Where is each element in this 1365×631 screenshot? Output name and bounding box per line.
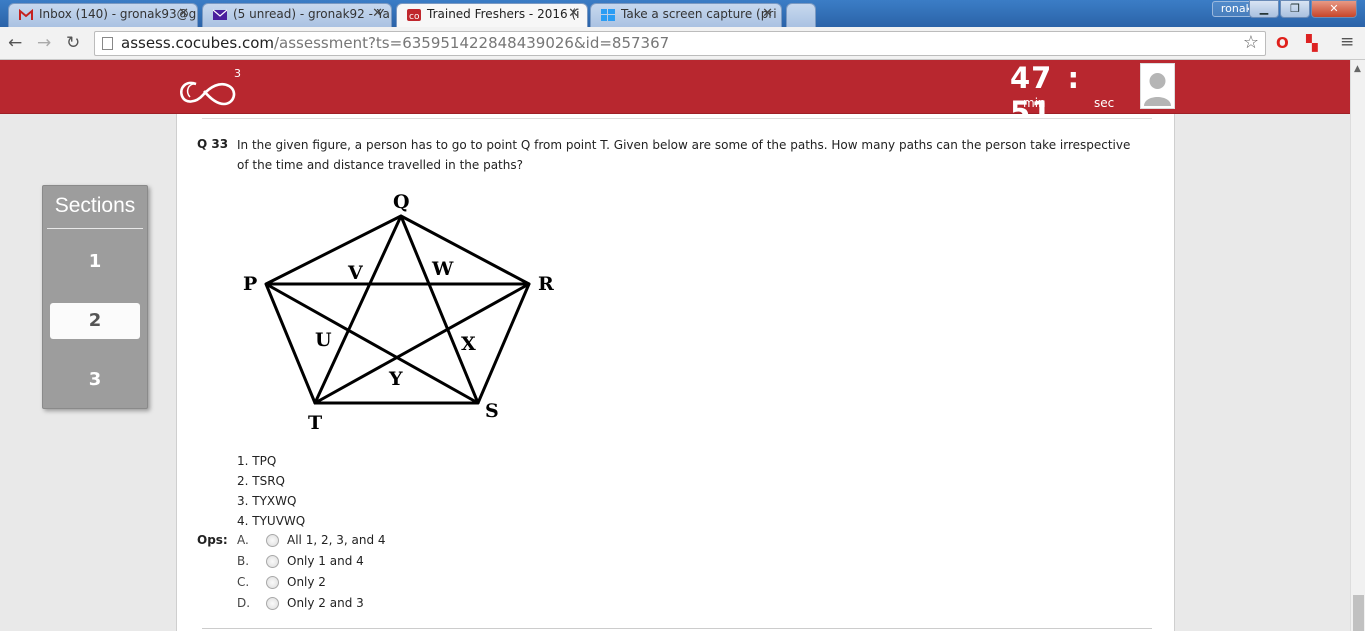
close-tab-icon[interactable]: ✕ xyxy=(372,6,383,21)
label-t: T xyxy=(308,412,322,434)
address-bar[interactable]: assess.cocubes.com/assessment?ts=6359514… xyxy=(94,31,1266,56)
option-letter: A. xyxy=(237,533,249,547)
logo-superscript: 3 xyxy=(234,67,241,80)
page-scrollbar[interactable]: ▲ xyxy=(1350,60,1365,631)
label-x: X xyxy=(461,333,476,355)
ops-label: Ops: xyxy=(197,533,228,547)
menu-icon[interactable]: ≡ xyxy=(1340,32,1354,52)
new-tab-button[interactable] xyxy=(786,3,816,27)
opera-extension-icon[interactable]: O xyxy=(1276,34,1289,52)
gmail-icon xyxy=(19,9,33,20)
extension-icon[interactable]: ▚ xyxy=(1306,34,1318,52)
option-letter: D. xyxy=(237,596,251,610)
option-text: Only 1 and 4 xyxy=(287,554,364,568)
sections-title: Sections xyxy=(54,194,136,217)
restore-icon[interactable]: ❐ xyxy=(1280,0,1310,18)
back-arrow-icon[interactable]: ← xyxy=(8,33,22,53)
timer-min-label: min xyxy=(1023,96,1046,110)
close-tab-icon[interactable]: ✕ xyxy=(762,6,773,21)
section-item-3[interactable]: 3 xyxy=(50,362,140,398)
cocubes-icon: co xyxy=(407,9,421,21)
label-r: R xyxy=(538,273,554,295)
label-s: S xyxy=(485,400,499,422)
path-item: 1. TPQ xyxy=(237,454,277,468)
option-b-radio[interactable] xyxy=(266,555,279,568)
option-c-radio[interactable] xyxy=(266,576,279,589)
question-text: In the given figure, a person has to go … xyxy=(237,138,1131,172)
tab-yahoo-mail[interactable]: (5 unread) - gronak92 - Ya ✕ xyxy=(202,3,392,27)
tab-screen-capture[interactable]: Take a screen capture (pri ✕ xyxy=(590,3,782,27)
question-number: Q 33 xyxy=(197,137,229,151)
tab-label: (5 unread) - gronak92 - Ya xyxy=(233,7,390,21)
tab-cocubes[interactable]: co Trained Freshers - 2016 (i ✕ xyxy=(396,3,588,28)
path-list: 1. TPQ 2. TSRQ 3. TYXWQ 4. TYUVWQ xyxy=(237,451,305,531)
path-item: 2. TSRQ xyxy=(237,474,285,488)
divider xyxy=(202,628,1152,629)
label-u: U xyxy=(315,329,332,351)
sections-panel: Sections 1 2 3 xyxy=(42,185,148,409)
forward-arrow-icon[interactable]: → xyxy=(37,33,51,53)
bookmark-star-icon[interactable]: ☆ xyxy=(1243,31,1259,54)
label-q: Q xyxy=(393,191,410,213)
timer-separator: : xyxy=(1067,61,1081,95)
tab-label: Take a screen capture (pri xyxy=(621,7,777,21)
close-tab-icon[interactable]: ✕ xyxy=(568,6,579,21)
label-w: W xyxy=(431,258,454,280)
path-item: 4. TYUVWQ xyxy=(237,514,306,528)
section-item-1[interactable]: 1 xyxy=(50,244,140,280)
option-a[interactable]: A. All 1, 2, 3, and 4 xyxy=(237,530,537,551)
path-item: 3. TYXWQ xyxy=(237,494,297,508)
option-letter: C. xyxy=(237,575,250,589)
label-p: P xyxy=(243,273,257,295)
tab-label: Inbox (140) - gronak93@g xyxy=(39,7,197,21)
header-bar: 3 47 : 51 min sec xyxy=(0,60,1350,129)
sections-divider xyxy=(47,228,143,229)
minimize-icon[interactable]: ▁ xyxy=(1249,0,1279,18)
tab-label: Trained Freshers - 2016 (i xyxy=(427,7,580,21)
option-d[interactable]: D. Only 2 and 3 xyxy=(237,593,537,614)
option-d-radio[interactable] xyxy=(266,597,279,610)
browser-toolbar: ← → ↻ assess.cocubes.com/assessment?ts=6… xyxy=(0,27,1365,60)
label-y: Y xyxy=(388,368,403,390)
option-letter: B. xyxy=(237,554,250,568)
divider xyxy=(202,118,1152,119)
windows-icon xyxy=(601,9,615,21)
label-v: V xyxy=(347,262,364,284)
user-silhouette-icon xyxy=(1144,73,1171,106)
avatar[interactable] xyxy=(1140,63,1175,109)
url-path: /assessment?ts=635951422848439026&id=857… xyxy=(274,34,670,52)
timer-minutes: 47 xyxy=(1010,61,1053,95)
yahoo-mail-icon xyxy=(213,9,227,20)
option-b[interactable]: B. Only 1 and 4 xyxy=(237,551,537,572)
svg-text:co: co xyxy=(409,12,420,21)
answer-options: A. All 1, 2, 3, and 4 B. Only 1 and 4 C.… xyxy=(237,530,537,614)
close-tab-icon[interactable]: ✕ xyxy=(178,6,189,21)
close-window-icon[interactable]: ✕ xyxy=(1311,0,1357,18)
option-text: All 1, 2, 3, and 4 xyxy=(287,533,386,547)
option-text: Only 2 and 3 xyxy=(287,596,364,610)
scrollbar-thumb[interactable] xyxy=(1353,595,1364,631)
option-c[interactable]: C. Only 2 xyxy=(237,572,537,593)
scroll-up-icon[interactable]: ▲ xyxy=(1354,64,1361,74)
browser-tab-strip: Inbox (140) - gronak93@g ✕ (5 unread) - … xyxy=(0,0,1365,28)
section-item-2[interactable]: 2 xyxy=(50,303,140,339)
url-host: assess.cocubes.com xyxy=(121,34,274,52)
option-text: Only 2 xyxy=(287,575,326,589)
window-controls: ▁ ❐ ✕ xyxy=(1249,0,1357,18)
option-a-radio[interactable] xyxy=(266,534,279,547)
timer-sec-label: sec xyxy=(1094,96,1115,110)
question-panel: Q 33 In the given figure, a person has t… xyxy=(176,114,1175,631)
tab-gmail[interactable]: Inbox (140) - gronak93@g ✕ xyxy=(8,3,198,27)
pentagram-figure: Q P R T S V W U X Y xyxy=(243,191,554,434)
page-viewport: 3 47 : 51 min sec Sections 1 2 3 Q 33 In… xyxy=(0,60,1350,631)
cocubes-logo: 3 xyxy=(180,67,241,106)
page-icon xyxy=(102,37,113,50)
reload-icon[interactable]: ↻ xyxy=(66,33,80,53)
